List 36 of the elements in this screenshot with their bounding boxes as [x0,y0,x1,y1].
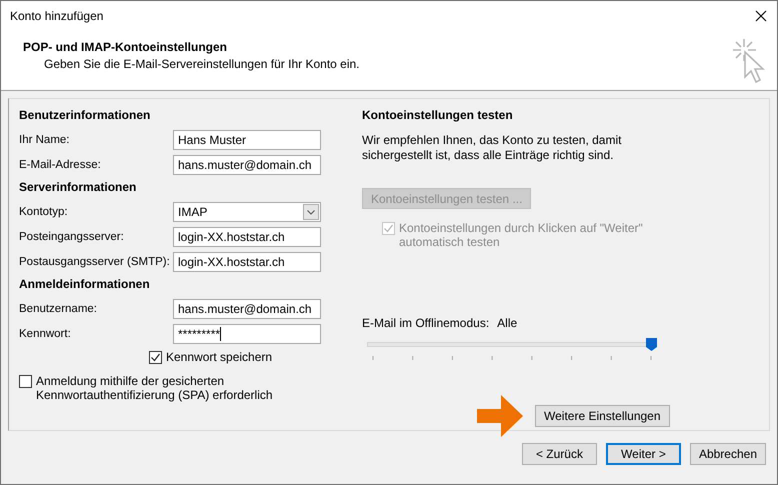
page-subtitle: Geben Sie die E-Mail-Servereinstellungen für Ihr Konto ein. [43,56,361,71]
dialog-button[interactable]: Abbrechen [690,443,766,465]
slider-thumb[interactable] [646,338,657,351]
input-field[interactable]: ********* [173,324,321,344]
offline-mode-label: E-Mail im Offlinemodus: [362,316,490,330]
field-label: Ihr Name: [19,134,70,146]
input-field[interactable]: hans.muster@domain.ch [173,154,321,174]
field-label: E-Mail-Adresse: [19,158,102,170]
section-heading: Serverinformationen [19,179,138,196]
dialog-button[interactable]: < Zurück [522,443,597,465]
input-field[interactable]: login-XX.hoststar.ch [173,252,321,272]
checkbox-label: Kontoeinstellungen durch Klicken auf "Weiter" automatisch testen [399,221,644,249]
input-field[interactable]: login-XX.hoststar.ch [173,226,321,246]
more-settings-button[interactable]: Weitere Einstellungen [535,405,670,427]
arrow-right-icon [477,395,523,437]
section-heading: Benutzerinformationen [19,107,152,124]
checkbox-label: Anmeldung mithilfe der gesicherten Kennwortauthentifizierung (SPA) erforderlich [36,374,274,402]
description-text: Wir empfehlen Ihnen, das Konto zu testen, damit sichergestellt ist, dass alle Einträge richtig sind. [362,133,622,163]
dialog-button[interactable]: Weiter > [606,443,681,465]
checkbox[interactable] [19,375,32,388]
section-heading: Anmeldeinformationen [19,276,151,293]
section-heading: Kontoeinstellungen testen [362,107,514,124]
account-type-dropdown[interactable]: IMAP [173,202,321,222]
field-label: Kontotyp: [19,206,69,218]
input-field[interactable]: Hans Muster [173,130,321,150]
checkbox-label: Kennwort speichern [166,350,272,364]
offline-mode-value: Alle [497,316,518,330]
field-label: Postausgangsserver (SMTP): [19,256,171,268]
checkbox[interactable] [149,351,162,364]
page-heading: POP- und IMAP-Kontoeinstellungen [23,40,228,54]
field-label: Benutzername: [19,302,98,314]
close-icon[interactable] [755,10,767,22]
field-label: Kennwort: [19,328,72,340]
field-label: Posteingangsserver: [19,230,125,242]
input-field[interactable]: hans.muster@domain.ch [173,298,321,318]
window-title: Konto hinzufügen [10,9,104,23]
